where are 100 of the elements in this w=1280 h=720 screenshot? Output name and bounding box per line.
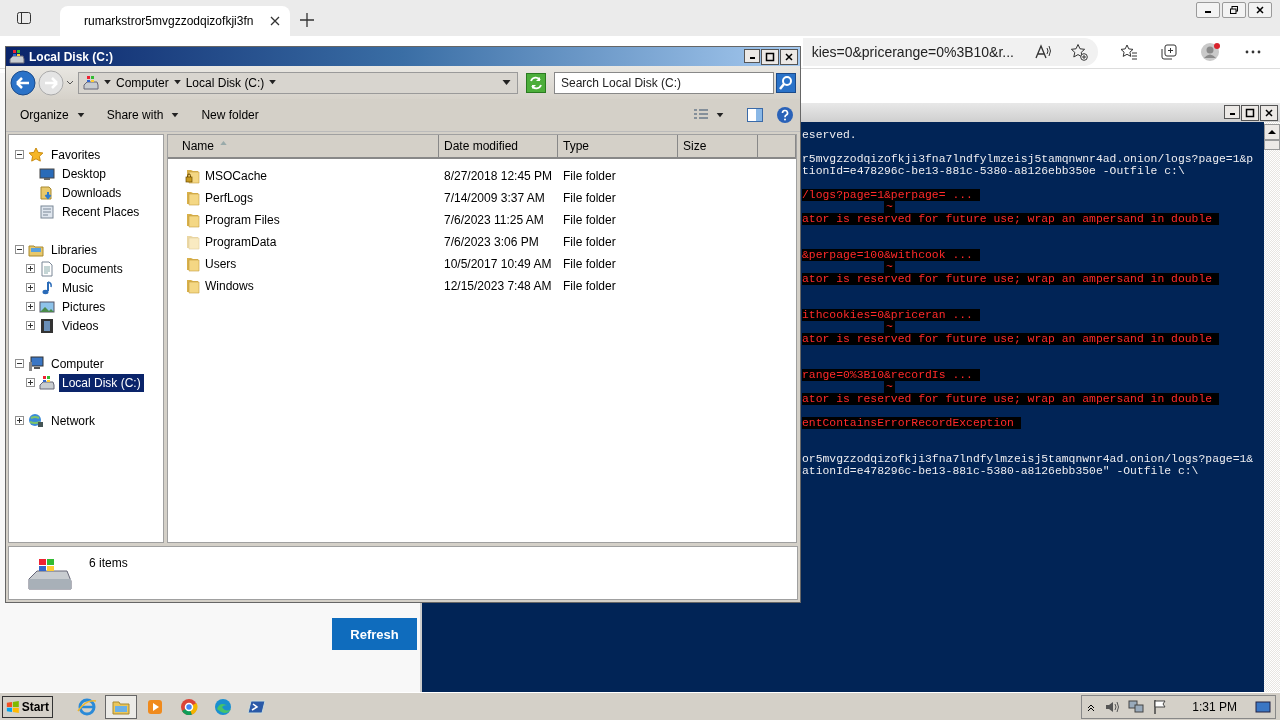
minimize-button[interactable] <box>1196 2 1220 18</box>
document-icon <box>39 260 55 277</box>
globe-e-icon <box>77 696 97 717</box>
tree-item[interactable]: Computer <box>48 354 107 373</box>
tree-item[interactable]: Libraries <box>48 240 101 259</box>
close-icon <box>1255 5 1265 15</box>
restore-button[interactable] <box>1222 2 1246 18</box>
file-name[interactable]: ProgramData <box>203 234 279 250</box>
start-button[interactable]: Start <box>2 695 53 718</box>
minimize-button[interactable] <box>1224 104 1240 119</box>
favorites-icon[interactable] <box>1120 43 1138 61</box>
close-button[interactable] <box>780 48 798 65</box>
refresh-button[interactable]: Refresh <box>332 618 417 650</box>
close-icon <box>784 51 794 62</box>
close-button[interactable] <box>1248 2 1272 18</box>
collapse-icon[interactable] <box>15 359 24 368</box>
expand-icon[interactable] <box>26 264 35 273</box>
file-name[interactable]: MSOCache <box>203 168 270 184</box>
drive-icon <box>9 48 25 65</box>
preview-pane-icon[interactable] <box>746 106 764 124</box>
column-header[interactable]: Name <box>168 135 439 157</box>
refresh-icon[interactable] <box>526 72 546 93</box>
tree-item[interactable]: Network <box>48 411 98 430</box>
column-header[interactable]: Date modified <box>439 135 558 157</box>
dropdown-icon[interactable] <box>716 112 724 118</box>
collections-icon[interactable] <box>1160 43 1178 61</box>
new-tab-icon[interactable] <box>300 13 314 27</box>
restore-icon <box>1229 5 1239 15</box>
address-field[interactable]: kies=0&pricerange=0%3B10&r... <box>803 38 1098 66</box>
maximize-button[interactable] <box>761 48 779 65</box>
taskbar-app[interactable] <box>105 694 137 719</box>
caret-icon[interactable] <box>173 80 181 85</box>
date-cell: 7/6/2023 3:06 PM <box>444 235 539 249</box>
breadcrumb[interactable]: Computer <box>116 75 169 90</box>
computer-icon <box>28 355 44 372</box>
type-cell: File folder <box>563 169 616 183</box>
minimize-icon <box>749 56 755 59</box>
browser-tab[interactable]: rumarkstror5mvgzzodqizofkji3fn <box>60 6 290 36</box>
tree-item[interactable]: Desktop <box>59 164 110 183</box>
tab-actions-icon[interactable] <box>16 10 32 26</box>
minimize-icon <box>1229 112 1235 115</box>
type-cell: File folder <box>563 257 616 271</box>
history-dropdown-icon[interactable] <box>66 79 74 86</box>
breadcrumb[interactable]: Local Disk (C:) <box>185 75 265 90</box>
film-icon <box>39 317 55 334</box>
network-monitor-icon[interactable] <box>1128 698 1145 715</box>
tree-item[interactable]: Favorites <box>48 145 104 164</box>
address-bar[interactable]: Computer Local Disk (C:) <box>78 71 518 94</box>
expand-icon[interactable] <box>26 321 35 330</box>
tree-item[interactable]: Local Disk (C:) <box>59 373 144 392</box>
toolbar-button[interactable]: Organize <box>12 104 93 126</box>
expand-icon[interactable] <box>26 378 35 387</box>
expand-icon[interactable] <box>26 302 35 311</box>
tree-item[interactable]: Pictures <box>59 297 109 316</box>
column-header[interactable]: Size <box>678 135 758 157</box>
expand-icon[interactable] <box>26 283 35 292</box>
tree-item[interactable]: Music <box>59 278 97 297</box>
drive-icon <box>83 74 99 91</box>
clock[interactable]: 1:31 PM <box>1192 699 1237 714</box>
console-line: r5mvgzzodqizofkji3fna7lndfylmzeisj5tamqnwnr4ad.onion/logs?page=1&p <box>802 153 1254 165</box>
tree-item[interactable]: Documents <box>59 259 126 278</box>
file-name[interactable]: Program Files <box>203 212 282 228</box>
close-icon[interactable] <box>270 16 280 26</box>
recent-places-icon <box>39 203 55 220</box>
tree-item[interactable]: Videos <box>59 316 102 335</box>
dropdown-icon[interactable] <box>502 79 511 86</box>
error-marker: ~ <box>884 201 895 213</box>
caret-icon[interactable] <box>104 80 111 85</box>
flag-icon[interactable] <box>1152 698 1169 715</box>
file-name[interactable]: Windows <box>203 278 256 294</box>
tree-item[interactable]: Recent Places <box>59 202 143 221</box>
add-favorite-icon[interactable] <box>1070 43 1088 61</box>
toolbar-button[interactable]: Share with <box>98 104 188 126</box>
read-aloud-icon[interactable] <box>1034 43 1052 61</box>
collapse-icon[interactable] <box>15 150 24 159</box>
search-icon[interactable] <box>776 72 796 93</box>
profile-avatar-icon[interactable] <box>1200 41 1222 63</box>
show-desktop-icon[interactable] <box>1255 698 1271 715</box>
help-icon[interactable] <box>776 106 794 124</box>
close-button[interactable] <box>1260 104 1278 121</box>
caret-icon[interactable] <box>269 80 277 85</box>
error-marker: ~ <box>884 261 895 273</box>
search-field[interactable]: Search Local Disk (C:) <box>554 71 774 94</box>
maximize-icon <box>765 51 775 62</box>
scroll-thumb[interactable] <box>1264 140 1280 150</box>
collapse-icon[interactable] <box>15 245 24 254</box>
maximize-button[interactable] <box>1241 104 1259 121</box>
minimize-button[interactable] <box>744 48 760 63</box>
item-count: 6 items <box>89 556 128 570</box>
back-button[interactable] <box>10 69 36 96</box>
expand-icon[interactable] <box>15 416 24 425</box>
toolbar-button[interactable]: New folder <box>193 104 267 126</box>
tree-item[interactable]: Downloads <box>59 183 125 202</box>
wave-circle-icon <box>213 696 233 717</box>
star-icon <box>28 146 44 163</box>
file-name[interactable]: Users <box>203 256 239 272</box>
file-name[interactable]: PerfLogs <box>203 190 256 206</box>
scroll-up-icon[interactable] <box>1264 124 1280 140</box>
column-header[interactable]: Type <box>558 135 678 157</box>
date-cell: 7/14/2009 3:37 AM <box>444 191 545 205</box>
